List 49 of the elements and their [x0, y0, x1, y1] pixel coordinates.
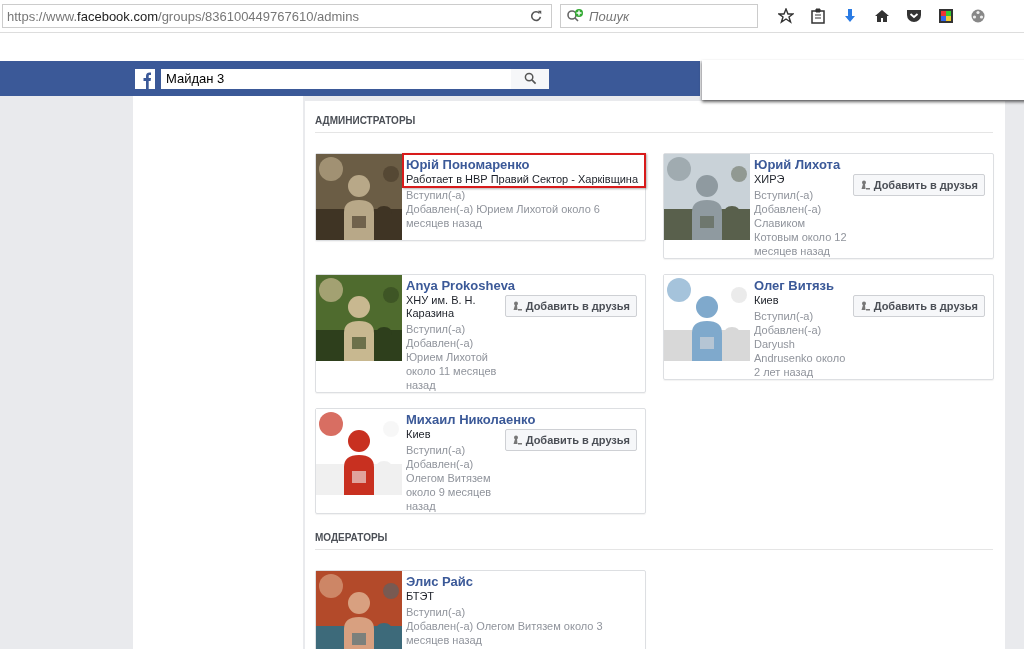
add-friend-button[interactable]: Добавить в друзья [504, 429, 637, 451]
added-by-text: Добавлен(-а) Олегом Витязем около 3 месяцев назад [406, 619, 604, 647]
joined-text: Вступил(-а) [754, 309, 815, 323]
member-info: БТЭТ [406, 590, 436, 603]
add-friend-button[interactable]: Добавить в друзья [852, 174, 985, 196]
add-friend-button[interactable]: Добавить в друзья [504, 295, 637, 317]
facebook-logo-icon[interactable] [135, 68, 155, 89]
facebook-search-field[interactable]: Майдан 3 [161, 68, 511, 89]
joined-text: Вступил(-а) [406, 443, 467, 457]
added-by-text: Добавлен(-а) Славиком Котовым около 12 месяцев назад [754, 202, 848, 258]
extension-icon[interactable] [938, 8, 954, 24]
member-name-link[interactable]: Юрій Пономаренко [406, 156, 530, 173]
joined-text: Вступил(-а) [406, 605, 467, 619]
member-info: ХИРЭ [754, 173, 786, 186]
section-heading: МОДЕРАТОРЫ [315, 528, 993, 550]
added-by-text: Добавлен(-а) Олегом Витязем около 9 месяцев назад [406, 457, 493, 513]
url-text: https://www.facebook.com/groups/836100449767610/admins [7, 8, 359, 24]
search-icon [523, 72, 537, 85]
person-add-icon [859, 180, 870, 190]
search-button[interactable] [511, 68, 549, 89]
film-reel-icon[interactable] [970, 8, 986, 24]
clipboard-icon[interactable] [810, 8, 826, 24]
member-info: Киев [406, 428, 432, 441]
member-name-link[interactable]: Юрий Лихота [754, 156, 841, 173]
member-info: ХНУ им. В. Н. Каразина [406, 294, 477, 320]
home-icon[interactable] [874, 8, 890, 24]
member-name-link[interactable]: Михаил Николаенко [406, 411, 536, 428]
joined-text: Вступил(-а) [406, 188, 467, 202]
star-icon[interactable] [778, 8, 794, 24]
download-icon[interactable] [842, 8, 858, 24]
added-by-text: Добавлен(-а) Daryush Andrusenko около 2 лет назад [754, 323, 847, 379]
member-name-link[interactable]: Олег Витязь [754, 277, 835, 294]
added-by-text: Добавлен(-а) Юрием Лихотой около 6 месяцев назад [406, 202, 601, 230]
added-by-text: Добавлен(-а) Юрием Лихотой около 11 месяцев назад [406, 336, 498, 392]
member-name-link[interactable]: Anya Prokosheva [406, 277, 516, 294]
pocket-icon[interactable] [906, 8, 922, 24]
joined-text: Вступил(-а) [406, 322, 467, 336]
member-name-link[interactable]: Элис Райс [406, 573, 473, 590]
add-friend-button[interactable]: Добавить в друзья [852, 295, 985, 317]
person-add-icon [511, 301, 522, 311]
person-add-icon [859, 301, 870, 311]
joined-text: Вступил(-а) [754, 188, 815, 202]
browser-search-field[interactable]: Пошук [560, 4, 758, 28]
reload-icon[interactable] [529, 9, 543, 23]
section-heading: АДМИНИСТРАТОРЫ [315, 111, 993, 133]
member-info: Работает в НВР Правий Сектор - Харківщина [406, 173, 640, 186]
person-add-icon [511, 435, 522, 445]
member-info: Киев [754, 294, 780, 307]
address-bar[interactable]: https://www.facebook.com/groups/836100449767610/admins [2, 4, 552, 28]
